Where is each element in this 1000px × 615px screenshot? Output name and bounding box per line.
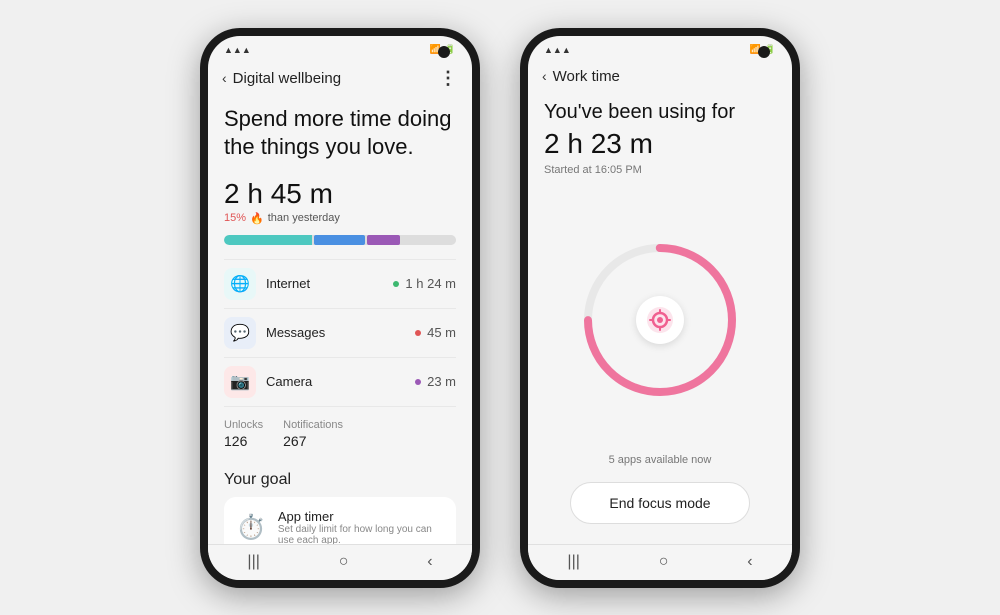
app-name-camera: Camera bbox=[266, 374, 415, 389]
app-dot-internet bbox=[393, 281, 399, 287]
bar-seg-1 bbox=[314, 235, 365, 245]
phone-2: ▲▲▲ 📶 🔋 ‹ Work time You've been using fo… bbox=[520, 28, 800, 588]
app-row-internet[interactable]: 🌐 Internet 1 h 24 m bbox=[224, 259, 456, 308]
unlocks-value: 126 bbox=[224, 433, 263, 449]
bottom-nav-1: ||| ○ ‹ bbox=[208, 544, 472, 580]
timer-icon: ⏱️ bbox=[236, 513, 266, 542]
app-row-camera[interactable]: 📷 Camera 23 m bbox=[224, 357, 456, 406]
internet-icon: 🌐 bbox=[230, 274, 250, 294]
status-bar-1: ▲▲▲ 📶 🔋 bbox=[208, 36, 472, 64]
back-button-1[interactable]: ‹ bbox=[222, 70, 227, 86]
phone-1-screen: ▲▲▲ 📶 🔋 ‹ Digital wellbeing ⋮ Spend more… bbox=[208, 36, 472, 580]
camera-icon: 📷 bbox=[230, 372, 250, 392]
recents-button-2[interactable]: ||| bbox=[567, 553, 579, 571]
goal-sub: Set daily limit for how long you can use… bbox=[278, 524, 444, 544]
apps-available-text: 5 apps available now bbox=[544, 454, 776, 466]
app-icon-messages: 💬 bbox=[224, 317, 256, 349]
notif-label: Notifications bbox=[283, 419, 343, 431]
nav-header-1: ‹ Digital wellbeing ⋮ bbox=[208, 64, 472, 95]
page-title-1: Digital wellbeing bbox=[233, 70, 439, 87]
app-name-messages: Messages bbox=[266, 325, 415, 340]
nav-header-2: ‹ Work time bbox=[528, 64, 792, 91]
page-title-2: Work time bbox=[553, 68, 778, 85]
pct-badge: 15% bbox=[224, 212, 246, 224]
worktime-content: You've been using for 2 h 23 m Started a… bbox=[528, 91, 792, 544]
camera-hole-1 bbox=[438, 46, 450, 58]
unlocks-label: Unlocks bbox=[224, 419, 263, 431]
stat-unlocks: Unlocks 126 bbox=[224, 419, 263, 449]
bar-seg-2 bbox=[367, 235, 399, 245]
app-icon-camera: 📷 bbox=[224, 366, 256, 398]
more-button-1[interactable]: ⋮ bbox=[439, 68, 458, 89]
focus-center-icon bbox=[636, 296, 684, 344]
back-nav-button-2[interactable]: ‹ bbox=[747, 553, 752, 571]
stats-row: Unlocks 126 Notifications 267 bbox=[224, 406, 456, 461]
messages-icon: 💬 bbox=[230, 323, 250, 343]
notif-value: 267 bbox=[283, 433, 343, 449]
bar-seg-3 bbox=[402, 235, 456, 245]
home-button-2[interactable]: ○ bbox=[659, 553, 669, 571]
back-nav-button-1[interactable]: ‹ bbox=[427, 553, 432, 571]
app-dot-camera bbox=[415, 379, 421, 385]
goal-section-heading: Your goal bbox=[224, 471, 456, 489]
goal-title: App timer bbox=[278, 509, 444, 524]
focus-icon-svg bbox=[646, 306, 674, 334]
app-time-camera: 23 m bbox=[427, 374, 456, 389]
app-dot-messages bbox=[415, 330, 421, 336]
app-time-messages: 45 m bbox=[427, 325, 456, 340]
back-button-2[interactable]: ‹ bbox=[542, 68, 547, 84]
stat-notifications: Notifications 267 bbox=[283, 419, 343, 449]
signal-icon: ▲▲▲ bbox=[224, 45, 251, 55]
status-bar-2: ▲▲▲ 📶 🔋 bbox=[528, 36, 792, 64]
phone-2-screen: ▲▲▲ 📶 🔋 ‹ Work time You've been using fo… bbox=[528, 36, 792, 580]
fire-icon: 🔥 bbox=[250, 212, 264, 225]
home-button-1[interactable]: ○ bbox=[339, 553, 349, 571]
wt-headline: You've been using for bbox=[544, 101, 776, 124]
camera-hole-2 bbox=[758, 46, 770, 58]
phone-1: ▲▲▲ 📶 🔋 ‹ Digital wellbeing ⋮ Spend more… bbox=[200, 28, 480, 588]
usage-bar bbox=[224, 235, 456, 245]
pct-text: than yesterday bbox=[268, 212, 340, 224]
circle-timer bbox=[544, 196, 776, 444]
time-sub: 15% 🔥 than yesterday bbox=[224, 212, 456, 225]
app-row-messages[interactable]: 💬 Messages 45 m bbox=[224, 308, 456, 357]
app-time-internet: 1 h 24 m bbox=[405, 276, 456, 291]
goal-card-app-timer[interactable]: ⏱️ App timer Set daily limit for how lon… bbox=[224, 497, 456, 544]
app-name-internet: Internet bbox=[266, 276, 393, 291]
wt-time: 2 h 23 m bbox=[544, 128, 776, 160]
bar-seg-0 bbox=[224, 235, 312, 245]
goal-text: App timer Set daily limit for how long y… bbox=[278, 509, 444, 544]
wt-started: Started at 16:05 PM bbox=[544, 164, 776, 176]
screen1-content: Spend more time doing the things you lov… bbox=[208, 95, 472, 544]
total-time: 2 h 45 m bbox=[224, 178, 456, 210]
bottom-nav-2: ||| ○ ‹ bbox=[528, 544, 792, 580]
recents-button-1[interactable]: ||| bbox=[247, 553, 259, 571]
headline-1: Spend more time doing the things you lov… bbox=[224, 105, 456, 162]
signal-icon-2: ▲▲▲ bbox=[544, 45, 571, 55]
end-focus-button[interactable]: End focus mode bbox=[570, 482, 750, 524]
app-icon-internet: 🌐 bbox=[224, 268, 256, 300]
